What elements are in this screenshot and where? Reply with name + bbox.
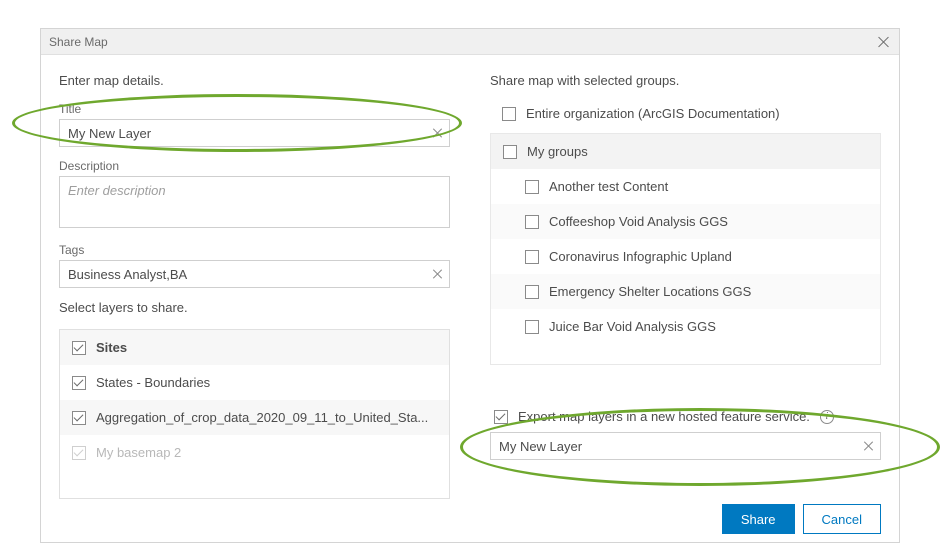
clear-title-icon[interactable] (432, 127, 444, 139)
share-button[interactable]: Share (722, 504, 795, 534)
clear-export-icon[interactable] (863, 440, 875, 452)
share-map-dialog: Share Map Enter map details. Title Descr… (40, 28, 900, 543)
export-label: Export map layers in a new hosted featur… (518, 409, 810, 424)
group-row[interactable]: Coffeeshop Void Analysis GGS (491, 204, 880, 239)
group-checkbox[interactable] (525, 285, 539, 299)
tags-label: Tags (59, 243, 450, 257)
layer-checkbox (72, 446, 86, 460)
clear-tags-icon[interactable] (432, 268, 444, 280)
select-layers-label: Select layers to share. (59, 300, 450, 315)
share-groups-label: Share map with selected groups. (490, 73, 881, 88)
enter-details-label: Enter map details. (59, 73, 450, 88)
layer-label: States - Boundaries (96, 375, 210, 390)
group-row[interactable]: Juice Bar Void Analysis GGS (491, 309, 880, 344)
export-row[interactable]: Export map layers in a new hosted featur… (490, 405, 881, 432)
entire-org-row[interactable]: Entire organization (ArcGIS Documentatio… (490, 102, 881, 133)
layer-checkbox[interactable] (72, 341, 86, 355)
cancel-button[interactable]: Cancel (803, 504, 881, 534)
left-column: Enter map details. Title Description Tag… (59, 73, 450, 496)
right-column: Share map with selected groups. Entire o… (490, 73, 881, 496)
group-row[interactable]: Another test Content (491, 169, 880, 204)
group-checkbox[interactable] (525, 250, 539, 264)
my-groups-header[interactable]: My groups (491, 134, 880, 169)
title-label: Title (59, 102, 450, 116)
entire-org-checkbox[interactable] (502, 107, 516, 121)
title-input[interactable] (59, 119, 450, 147)
group-checkbox[interactable] (525, 215, 539, 229)
info-icon[interactable]: i (820, 410, 834, 424)
group-label: Another test Content (549, 179, 668, 194)
export-name-input[interactable] (490, 432, 881, 460)
layer-label: My basemap 2 (96, 445, 181, 460)
layer-row[interactable]: Sites (60, 330, 449, 365)
group-label: Juice Bar Void Analysis GGS (549, 319, 716, 334)
layers-list: Sites States - Boundaries Aggregation_of_c… (59, 329, 450, 499)
groups-list: My groups Another test Content Coffeeshop… (490, 133, 881, 365)
layer-row[interactable]: States - Boundaries (60, 365, 449, 400)
entire-org-label: Entire organization (ArcGIS Documentatio… (526, 106, 780, 121)
layers-scroll[interactable]: Sites States - Boundaries Aggregation_of_c… (60, 330, 449, 498)
my-groups-checkbox[interactable] (503, 145, 517, 159)
layer-label: Sites (96, 340, 127, 355)
layer-checkbox[interactable] (72, 411, 86, 425)
layer-row[interactable]: Aggregation_of_crop_data_2020_09_11_to_U… (60, 400, 449, 435)
description-label: Description (59, 159, 450, 173)
dialog-title: Share Map (49, 35, 108, 49)
dialog-footer: Share Cancel (41, 496, 899, 542)
group-checkbox[interactable] (525, 180, 539, 194)
group-row[interactable]: Emergency Shelter Locations GGS (491, 274, 880, 309)
tags-input[interactable] (59, 260, 450, 288)
layer-row: My basemap 2 (60, 435, 449, 470)
group-label: Coronavirus Infographic Upland (549, 249, 732, 264)
group-label: Coffeeshop Void Analysis GGS (549, 214, 728, 229)
group-row[interactable]: Coronavirus Infographic Upland (491, 239, 880, 274)
layer-checkbox[interactable] (72, 376, 86, 390)
groups-scroll[interactable]: My groups Another test Content Coffeeshop… (491, 134, 880, 364)
my-groups-label: My groups (527, 144, 588, 159)
layer-label: Aggregation_of_crop_data_2020_09_11_to_U… (96, 410, 428, 425)
group-label: Emergency Shelter Locations GGS (549, 284, 751, 299)
close-icon[interactable] (877, 35, 891, 49)
description-input[interactable] (59, 176, 450, 228)
group-checkbox[interactable] (525, 320, 539, 334)
export-checkbox[interactable] (494, 410, 508, 424)
dialog-titlebar: Share Map (41, 29, 899, 55)
